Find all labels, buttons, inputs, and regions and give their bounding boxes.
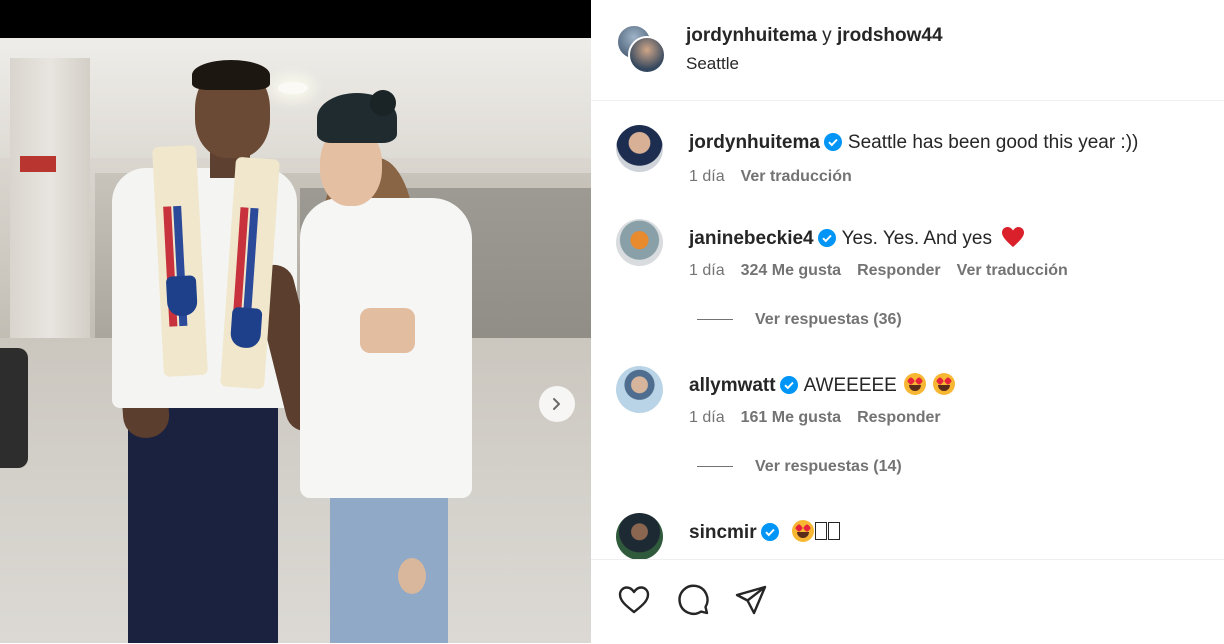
star-struck-emoji-icon	[791, 520, 814, 542]
comment-time[interactable]: 1 día	[689, 168, 725, 185]
verified-badge-icon	[823, 133, 842, 151]
comment-meta: 1 día 324 Me gusta Responder Ver traducción	[689, 262, 1084, 280]
comment-text: AWEEEEE	[803, 375, 897, 396]
paper-plane-icon	[735, 585, 767, 615]
star-struck-emoji-icon	[904, 373, 927, 395]
comment-item: sincmir	[616, 513, 1216, 559]
avatar[interactable]	[616, 513, 663, 559]
translate-button[interactable]: Ver traducción	[741, 168, 852, 185]
comment-meta: 1 día 161 Me gusta Responder	[689, 409, 957, 427]
verified-badge-icon	[817, 229, 836, 247]
heart-outline-icon	[618, 586, 650, 614]
view-replies-label: Ver respuestas (36)	[755, 311, 902, 328]
red-heart-emoji-icon	[1002, 227, 1025, 247]
avatar[interactable]	[616, 125, 663, 172]
divider	[697, 319, 733, 321]
view-replies-label: Ver respuestas (14)	[755, 458, 902, 475]
comment-username[interactable]: janinebeckie4	[689, 228, 814, 249]
star-struck-emoji-icon	[933, 373, 956, 395]
like-button[interactable]	[616, 582, 652, 618]
comment-button[interactable]	[675, 582, 711, 618]
post-actions-bar	[591, 559, 1224, 644]
comments-list[interactable]: jordynhuitema Seattle has been good this …	[591, 101, 1224, 559]
share-button[interactable]	[733, 582, 769, 618]
avatar[interactable]	[616, 219, 663, 266]
divider	[697, 466, 733, 468]
post-photo	[0, 38, 591, 643]
next-image-button[interactable]	[539, 386, 575, 422]
post-authors: jordynhuitema y jrodshow44	[686, 25, 943, 47]
reply-button[interactable]: Responder	[857, 262, 941, 279]
missing-glyph-icon	[827, 522, 840, 540]
collab-avatars[interactable]	[616, 24, 666, 76]
verified-badge-icon	[760, 523, 779, 541]
comment-text: Seattle has been good this year :))	[847, 132, 1139, 153]
verified-badge-icon	[779, 376, 798, 394]
comment-likes[interactable]: 161 Me gusta	[741, 409, 841, 426]
comment-item: jordynhuitema Seattle has been good this …	[616, 125, 1216, 205]
chevron-right-icon	[553, 398, 560, 410]
post-header: jordynhuitema y jrodshow44 Seattle	[591, 0, 1224, 101]
post-panel: jordynhuitema y jrodshow44 Seattle jordy…	[591, 0, 1224, 643]
comment-meta: 1 día Ver traducción	[689, 168, 868, 186]
author-link[interactable]: jrodshow44	[837, 25, 943, 46]
comment-username[interactable]: sincmir	[689, 522, 757, 543]
comment-line: sincmir	[689, 520, 840, 544]
comment-line: janinebeckie4 Yes. Yes. And yes	[689, 226, 1025, 250]
view-replies-button[interactable]: Ver respuestas (36)	[697, 311, 902, 329]
view-replies-button[interactable]: Ver respuestas (14)	[697, 458, 902, 476]
missing-glyph-icon	[814, 522, 827, 540]
avatar[interactable]	[616, 366, 663, 413]
comment-line: jordynhuitema Seattle has been good this …	[689, 132, 1138, 154]
comment-text: Yes. Yes. And yes	[841, 228, 992, 249]
comment-line: allymwatt AWEEEEE	[689, 373, 956, 397]
comment-time[interactable]: 1 día	[689, 262, 725, 279]
post-media	[0, 0, 591, 643]
comment-username[interactable]: allymwatt	[689, 375, 776, 396]
comment-time[interactable]: 1 día	[689, 409, 725, 426]
comment-likes[interactable]: 324 Me gusta	[741, 262, 841, 279]
reply-button[interactable]: Responder	[857, 409, 941, 426]
location-link[interactable]: Seattle	[686, 54, 739, 74]
authors-conjunction: y	[816, 25, 837, 46]
translate-button[interactable]: Ver traducción	[957, 262, 1068, 279]
avatar	[628, 36, 666, 74]
speech-bubble-icon	[678, 584, 709, 615]
author-link[interactable]: jordynhuitema	[686, 25, 817, 46]
comment-username[interactable]: jordynhuitema	[689, 132, 820, 153]
